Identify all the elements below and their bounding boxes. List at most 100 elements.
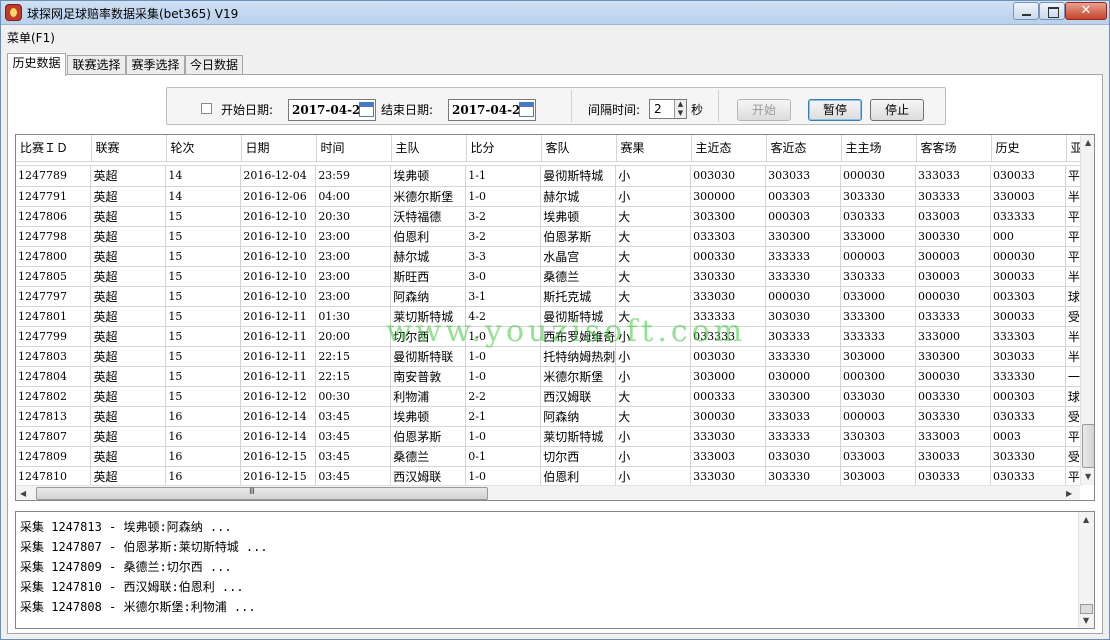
column-header[interactable]: 赛果: [616, 135, 692, 162]
scroll-down-icon[interactable]: ▼: [1083, 616, 1089, 625]
table-row[interactable]: 1247809 英超 16 2016-12-15 03:45 桑德兰 0-1 切尔西小 3330…: [16, 446, 1082, 467]
table-cell: 000303: [765, 206, 842, 227]
table-row[interactable]: 1247810 英超 16 2016-12-15 03:45 西汉姆联 1-0 伯恩利小 333…: [16, 466, 1082, 486]
table-cell: 03:45: [315, 466, 392, 486]
table-cell: 000: [990, 226, 1066, 247]
table-row[interactable]: 1247802 英超 15 2016-12-12 00:30 利物浦 2-2 西汉姆联大 000…: [16, 386, 1082, 407]
table-cell: 20:30: [315, 206, 392, 227]
grid-rows: 1247789 英超 14 2016-12-04 23:59 埃弗顿 1-1 曼彻斯特城小 00…: [16, 166, 1082, 486]
table-cell: 斯旺西: [390, 266, 467, 287]
horizontal-scrollbar[interactable]: ◀ III ▶: [16, 485, 1080, 500]
tab-history[interactable]: 历史数据: [7, 53, 66, 76]
table-cell: 1-0: [465, 466, 542, 486]
column-header[interactable]: 客队: [541, 135, 617, 162]
table-row[interactable]: 1247804 英超 15 2016-12-11 22:15 南安普敦 1-0 米德尔斯堡小 3…: [16, 366, 1082, 387]
table-cell: 1247809: [16, 446, 92, 467]
table-row[interactable]: 1247791 英超 14 2016-12-06 04:00 米德尔斯堡 1-0 赫尔城小 30…: [16, 186, 1082, 207]
table-row[interactable]: 1247801 英超 15 2016-12-11 01:30 莱切斯特城 4-2 曼彻斯特城大…: [16, 306, 1082, 327]
divider: [571, 90, 572, 122]
vertical-scrollbar[interactable]: ▲ ▼: [1080, 135, 1094, 485]
table-row[interactable]: 1247799 英超 15 2016-12-11 20:00 切尔西 1-0 西布罗姆维奇小 0…: [16, 326, 1082, 347]
table-cell: 333000: [840, 226, 916, 247]
table-row[interactable]: 1247803 英超 15 2016-12-11 22:15 曼彻斯特联 1-0 托特纳姆热刺…: [16, 346, 1082, 367]
column-header[interactable]: 历史: [991, 135, 1067, 162]
table-cell: 2016-12-04: [240, 166, 317, 187]
tab-league-select[interactable]: 联赛选择: [67, 55, 126, 75]
end-date-picker[interactable]: 2017-04-24: [448, 99, 536, 121]
table-cell: 1247810: [16, 466, 92, 486]
table-cell: 03:45: [315, 446, 392, 467]
vertical-scroll-thumb[interactable]: [1082, 424, 1094, 468]
spin-up-icon[interactable]: ▲: [674, 100, 686, 109]
close-button[interactable]: ✕: [1065, 2, 1107, 20]
table-cell: 1247797: [16, 286, 92, 307]
table-cell: 莱切斯特城: [390, 306, 467, 327]
tab-today-data[interactable]: 今日数据: [185, 55, 243, 75]
interval-spinner[interactable]: 2 ▲ ▼: [649, 99, 687, 119]
scroll-left-icon[interactable]: ◀: [20, 489, 26, 498]
table-cell: 1247804: [16, 366, 92, 387]
scroll-right-icon[interactable]: ▶: [1066, 489, 1072, 498]
column-header[interactable]: 主主场: [841, 135, 917, 162]
column-header[interactable]: 日期: [241, 135, 317, 162]
start-date-picker[interactable]: 2017-04-23: [288, 99, 376, 121]
minimize-button[interactable]: [1013, 2, 1039, 20]
pause-button[interactable]: 暂停: [808, 99, 862, 121]
table-row[interactable]: 1247800 英超 15 2016-12-10 23:00 赫尔城 3-3 水晶宫大 0003…: [16, 246, 1082, 267]
spin-down-icon[interactable]: ▼: [674, 109, 686, 118]
table-row[interactable]: 1247797 英超 15 2016-12-10 23:00 阿森纳 3-1 斯托克城大 333…: [16, 286, 1082, 307]
scroll-down-icon[interactable]: ▼: [1085, 472, 1091, 481]
table-cell: 003303: [990, 286, 1066, 307]
table-cell: 1-0: [465, 346, 542, 367]
table-cell: 14: [165, 186, 242, 207]
table-cell: 333333: [840, 326, 916, 347]
calendar-icon[interactable]: [359, 102, 374, 117]
column-header[interactable]: 客客场: [916, 135, 992, 162]
column-header[interactable]: 比赛ＩＤ: [16, 135, 92, 162]
data-grid[interactable]: 比赛ＩＤ 联赛 轮次 日期 时间 主队 比分 客队 赛果 主近态 客近态 主主场 客客场 历史亚 1247…: [15, 134, 1095, 501]
table-cell: 英超: [90, 386, 167, 407]
column-header[interactable]: 主队: [391, 135, 467, 162]
table-cell: 1247806: [16, 206, 92, 227]
column-header[interactable]: 比分: [466, 135, 542, 162]
table-row[interactable]: 1247807 英超 16 2016-12-14 03:45 伯恩茅斯 1-0 莱切斯特城小 3…: [16, 426, 1082, 447]
table-row[interactable]: 1247805 英超 15 2016-12-10 23:00 斯旺西 3-0 桑德兰大 3303…: [16, 266, 1082, 287]
title-bar[interactable]: 球探网足球赔率数据采集(bet365) V19 ✕: [1, 1, 1109, 25]
column-header[interactable]: 轮次: [166, 135, 242, 162]
table-cell: 切尔西: [390, 326, 467, 347]
table-cell: 南安普敦: [390, 366, 467, 387]
log-scroll-thumb[interactable]: [1080, 604, 1093, 614]
log-output[interactable]: 采集 1247813 - 埃弗顿:阿森纳 ... 采集 1247807 - 伯恩茅…: [15, 511, 1095, 629]
column-header[interactable]: 客近态: [766, 135, 842, 162]
table-cell: 英超: [90, 406, 167, 427]
start-date-checkbox[interactable]: [201, 103, 212, 114]
table-cell: 16: [165, 466, 242, 486]
table-row[interactable]: 1247806 英超 15 2016-12-10 20:30 沃特福德 3-2 埃弗顿大 303…: [16, 206, 1082, 227]
horizontal-scroll-thumb[interactable]: III: [36, 487, 488, 500]
tab-season-select[interactable]: 赛季选择: [126, 55, 185, 75]
scroll-up-icon[interactable]: ▲: [1083, 515, 1089, 524]
scroll-up-icon[interactable]: ▲: [1085, 138, 1091, 147]
table-row[interactable]: 1247789 英超 14 2016-12-04 23:59 埃弗顿 1-1 曼彻斯特城小 00…: [16, 166, 1082, 187]
table-cell: 033030: [840, 386, 916, 407]
table-cell: 16: [165, 426, 242, 447]
maximize-button[interactable]: [1039, 2, 1065, 20]
column-header[interactable]: 主近态: [691, 135, 767, 162]
table-row[interactable]: 1247813 英超 16 2016-12-14 03:45 埃弗顿 2-1 阿森纳大 3000…: [16, 406, 1082, 427]
table-cell: 033303: [690, 226, 767, 247]
menu-main[interactable]: 菜单(F1): [7, 29, 55, 46]
column-header[interactable]: 联赛: [91, 135, 167, 162]
table-cell: 小: [615, 446, 692, 467]
table-cell: 3-1: [465, 286, 542, 307]
start-button[interactable]: 开始: [737, 99, 791, 121]
column-header[interactable]: 时间: [316, 135, 392, 162]
table-cell: 15: [165, 366, 242, 387]
stop-button[interactable]: 停止: [870, 99, 924, 121]
table-cell: 埃弗顿: [390, 166, 467, 187]
table-cell: 033333: [915, 306, 991, 327]
log-scrollbar[interactable]: ▲ ▼: [1078, 512, 1094, 628]
table-row[interactable]: 1247798 英超 15 2016-12-10 23:00 伯恩利 3-2 伯恩茅斯大 033…: [16, 226, 1082, 247]
calendar-icon[interactable]: [519, 102, 534, 117]
table-cell: 0-1: [465, 446, 542, 467]
table-cell: 大: [615, 406, 692, 427]
